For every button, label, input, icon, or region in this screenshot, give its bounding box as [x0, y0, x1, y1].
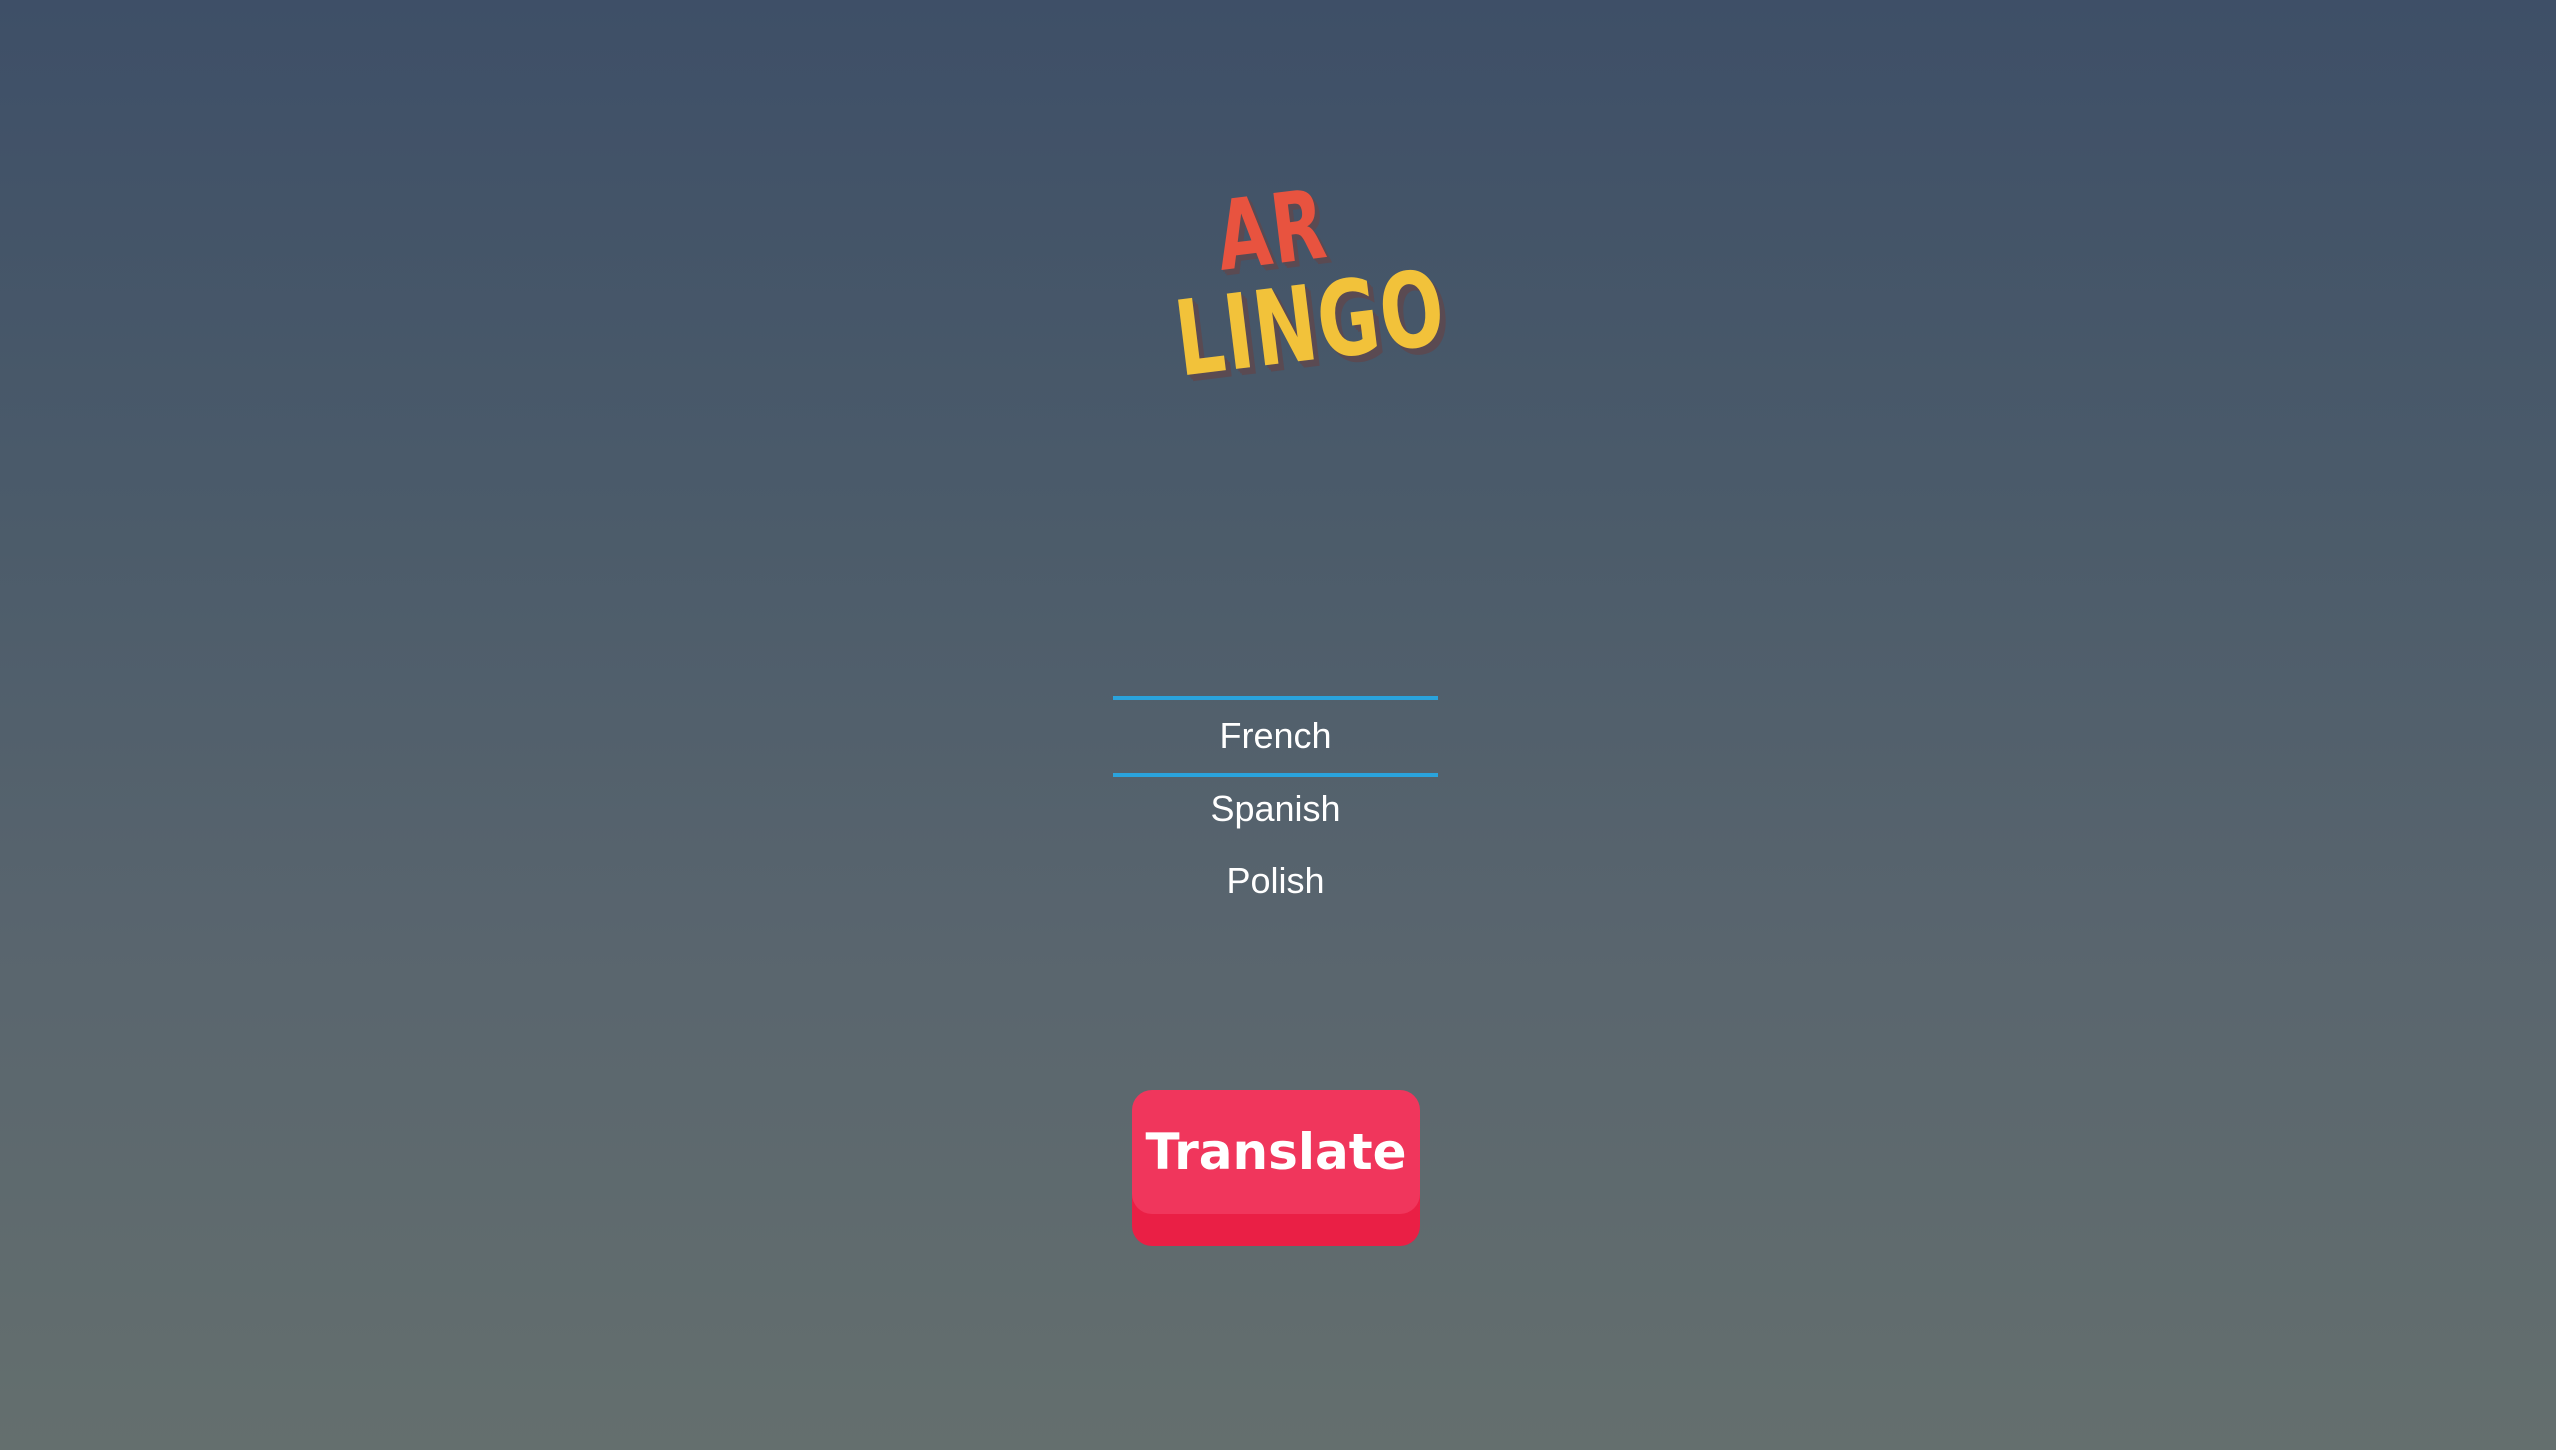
translate-button-wrapper[interactable]: Translate	[1132, 1090, 1420, 1246]
picker-selection-top-line	[1113, 696, 1438, 700]
language-option-polish[interactable]: Polish	[1113, 859, 1438, 903]
translate-button[interactable]: Translate	[1132, 1090, 1420, 1214]
language-option-spanish[interactable]: Spanish	[1113, 787, 1438, 831]
language-option-french[interactable]: French	[1113, 714, 1438, 758]
logo-text-lingo: LINGO	[1168, 246, 1453, 401]
app-logo: AR LINGO	[1116, 163, 1453, 438]
picker-selection-bottom-line	[1113, 773, 1438, 777]
